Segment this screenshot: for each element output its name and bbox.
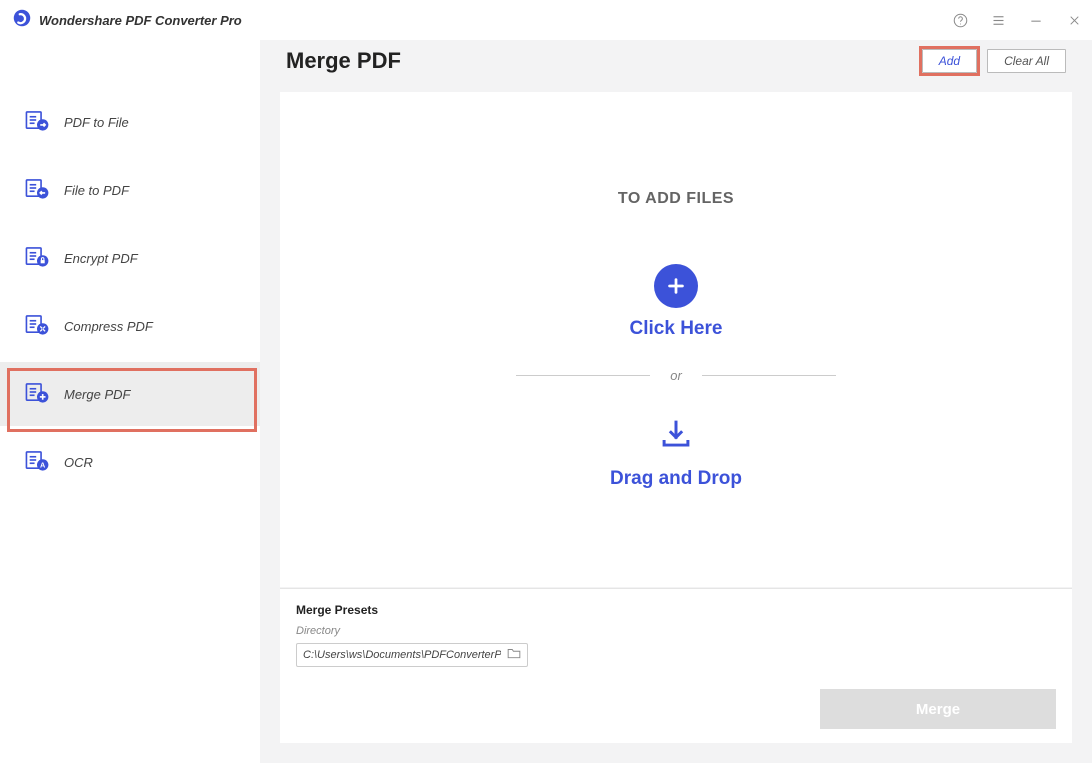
window-controls <box>952 0 1082 40</box>
to-add-files-label: TO ADD FILES <box>618 190 734 208</box>
file-to-pdf-icon <box>24 175 50 206</box>
sidebar-item-encrypt-pdf[interactable]: Encrypt PDF <box>0 226 260 290</box>
sidebar: PDF to File File to PDF Encrypt PDF Comp… <box>0 40 260 763</box>
sidebar-item-merge-pdf[interactable]: Merge PDF <box>0 362 260 426</box>
sidebar-item-ocr[interactable]: A OCR <box>0 430 260 494</box>
sidebar-item-label: OCR <box>64 455 93 470</box>
directory-input-wrap <box>296 643 528 667</box>
or-label: or <box>670 368 682 383</box>
help-icon[interactable] <box>952 12 968 28</box>
drag-drop-icon <box>659 419 693 454</box>
pdf-to-file-icon <box>24 107 50 138</box>
merge-button[interactable]: Merge <box>820 689 1056 729</box>
directory-input[interactable] <box>303 649 501 661</box>
or-divider: or <box>516 368 836 383</box>
add-files-plus-icon[interactable] <box>654 264 698 308</box>
sidebar-item-file-to-pdf[interactable]: File to PDF <box>0 158 260 222</box>
sidebar-item-label: File to PDF <box>64 183 129 198</box>
sidebar-item-compress-pdf[interactable]: Compress PDF <box>0 294 260 358</box>
close-icon[interactable] <box>1066 12 1082 28</box>
sidebar-item-label: PDF to File <box>64 115 129 130</box>
content-header: Merge PDF Add Clear All <box>286 48 1066 74</box>
add-button[interactable]: Add <box>922 49 977 73</box>
menu-icon[interactable] <box>990 12 1006 28</box>
sidebar-item-label: Encrypt PDF <box>64 251 138 266</box>
clear-all-button[interactable]: Clear All <box>987 49 1066 73</box>
presets-title: Merge Presets <box>296 603 1056 617</box>
main-panel: Merge PDF Add Clear All TO ADD FILES Cli… <box>260 0 1092 763</box>
compress-pdf-icon <box>24 311 50 342</box>
sidebar-item-label: Merge PDF <box>64 387 130 402</box>
app-title: Wondershare PDF Converter Pro <box>39 13 242 28</box>
browse-folder-icon[interactable] <box>507 646 521 664</box>
merge-presets-panel: Merge Presets Directory Merge <box>280 588 1072 743</box>
merge-pdf-icon <box>24 379 50 410</box>
drop-zone[interactable]: TO ADD FILES Click Here or Drag and Drop <box>280 92 1072 587</box>
page-title: Merge PDF <box>286 48 401 74</box>
click-here-label: Click Here <box>630 318 723 340</box>
minimize-icon[interactable] <box>1028 12 1044 28</box>
directory-label: Directory <box>296 625 1056 637</box>
sidebar-item-pdf-to-file[interactable]: PDF to File <box>0 90 260 154</box>
title-bar: Wondershare PDF Converter Pro <box>0 0 1092 40</box>
encrypt-pdf-icon <box>24 243 50 274</box>
drag-and-drop-label: Drag and Drop <box>610 468 742 490</box>
svg-text:A: A <box>40 460 46 469</box>
ocr-icon: A <box>24 447 50 478</box>
sidebar-item-label: Compress PDF <box>64 319 153 334</box>
app-logo-icon <box>13 9 31 32</box>
